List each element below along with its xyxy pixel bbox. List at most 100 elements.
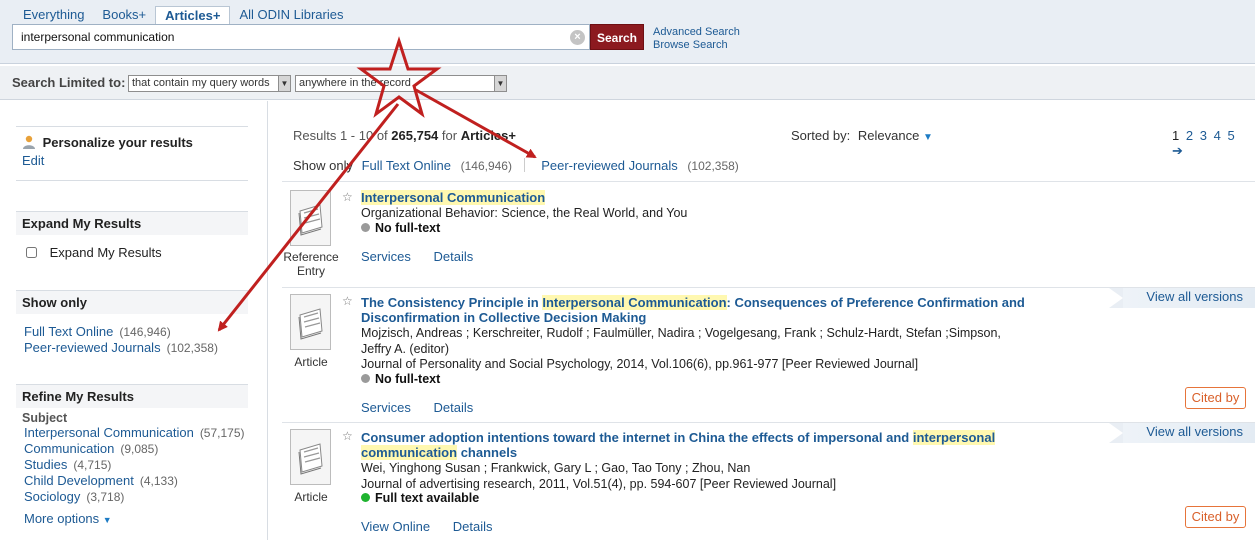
result-item: View all versions Article ☆ Consumer ado… xyxy=(282,422,1255,540)
result-authors: Mojzisch, Andreas ; Kerschreiter, Rudolf… xyxy=(361,325,1041,357)
facet-count: (4,715) xyxy=(73,458,112,472)
result-title-link[interactable]: The Consistency Principle in Interperson… xyxy=(361,295,1041,325)
expand-checkbox-label[interactable]: Expand My Results xyxy=(50,245,162,260)
tab-all-odin-libraries[interactable]: All ODIN Libraries xyxy=(230,6,352,24)
refine-panel: Refine My Results Subject Interpersonal … xyxy=(16,384,248,528)
facet-count: (9,085) xyxy=(120,442,159,456)
chevron-down-icon: ▼ xyxy=(494,76,506,91)
result-title-link[interactable]: Consumer adoption intentions toward the … xyxy=(361,430,1041,460)
availability-text: No full-text xyxy=(375,372,441,386)
query-words-select[interactable]: that contain my query words ▼ xyxy=(128,75,291,92)
scope-tabs: Everything Books+ Articles+ All ODIN Lib… xyxy=(14,6,352,25)
title-text: Disconfirmation in Collective Decision M… xyxy=(361,310,647,325)
result-title-link[interactable]: Interpersonal Communication xyxy=(361,190,1041,205)
result-type: Article xyxy=(294,490,328,504)
facet-count: (4,133) xyxy=(139,474,178,488)
refine-item: Sociology (3,718) xyxy=(16,489,248,505)
title-text: Consumer adoption intentions toward the … xyxy=(361,430,913,445)
result-item: View all versions Article ☆ The Consiste… xyxy=(282,287,1255,421)
tab-articles[interactable]: Articles+ xyxy=(155,6,231,25)
arrow-to-peer-reviewed-filter xyxy=(415,88,537,159)
star-icon[interactable]: ☆ xyxy=(342,294,353,308)
sort-control[interactable]: Sorted by: Relevance ▼ xyxy=(791,128,933,143)
chevron-down-icon: ▼ xyxy=(922,132,933,143)
next-arrow-icon[interactable]: ➔ xyxy=(1172,143,1183,158)
page-1[interactable]: 1 xyxy=(1172,128,1179,143)
chevron-down-icon: ▼ xyxy=(102,515,112,525)
result-authors: Wei, Yinghong Susan ; Frankwick, Gary L … xyxy=(361,461,751,475)
title-highlight: communication xyxy=(361,445,458,460)
refine-item: Studies (4,715) xyxy=(16,457,248,473)
search-button[interactable]: Search xyxy=(590,24,644,50)
refine-communication-link[interactable]: Communication xyxy=(24,441,114,456)
showonly-panel: Show only Full Text Online (146,946) Peer… xyxy=(16,290,248,356)
page-2[interactable]: 2 xyxy=(1186,128,1193,143)
record-scope-select[interactable]: anywhere in the record ▼ xyxy=(295,75,507,92)
view-all-versions-link[interactable]: View all versions xyxy=(1109,288,1255,308)
search-row: × Search Advanced Search Browse Search xyxy=(12,24,1255,51)
view-online-link[interactable]: View Online xyxy=(361,519,430,534)
page-5[interactable]: 5 xyxy=(1227,128,1234,143)
page-3[interactable]: 3 xyxy=(1200,128,1207,143)
services-link[interactable]: Services xyxy=(361,400,411,415)
tab-books[interactable]: Books+ xyxy=(93,6,155,24)
title-highlight: Interpersonal Communication xyxy=(361,190,546,205)
show-only-bar: Show only Full Text Online (146,946) Pee… xyxy=(293,158,739,173)
showonly-item: Full Text Online (146,946) xyxy=(16,324,248,340)
details-link[interactable]: Details xyxy=(433,400,473,415)
availability-status: Full text available xyxy=(361,491,479,505)
availability-text: Full text available xyxy=(375,491,480,505)
result-actions: Services Details xyxy=(361,400,492,415)
cited-by-button[interactable]: Cited by xyxy=(1185,506,1246,528)
search-box: × xyxy=(12,24,590,50)
star-icon[interactable]: ☆ xyxy=(342,429,353,443)
result-source: Journal of Personality and Social Psycho… xyxy=(361,357,919,371)
expand-checkbox[interactable] xyxy=(26,247,37,258)
filter-full-text-link[interactable]: Full Text Online xyxy=(362,158,451,173)
results-range: Results 1 - 10 of xyxy=(293,128,388,143)
showonly-full-text-link[interactable]: Full Text Online xyxy=(24,324,113,339)
filter-peer-reviewed-link[interactable]: Peer-reviewed Journals xyxy=(541,158,678,173)
details-link[interactable]: Details xyxy=(453,519,493,534)
sort-value[interactable]: Relevance xyxy=(858,128,919,143)
title-text: : Consequences of Preference Confirmatio… xyxy=(726,295,1025,310)
refine-child-development-link[interactable]: Child Development xyxy=(24,473,134,488)
availability-status: No full-text xyxy=(361,221,440,235)
result-type: Reference Entry xyxy=(283,250,339,278)
search-input[interactable] xyxy=(13,25,553,49)
article-icon xyxy=(290,429,331,485)
refine-heading: Refine My Results xyxy=(16,384,248,408)
facet-count: (146,946) xyxy=(119,325,171,339)
availability-text: No full-text xyxy=(375,221,441,235)
page-4[interactable]: 4 xyxy=(1214,128,1221,143)
tab-everything[interactable]: Everything xyxy=(14,6,93,24)
personalize-edit-link[interactable]: Edit xyxy=(22,153,44,168)
showonly-heading: Show only xyxy=(16,290,248,314)
filter-count: (146,946) xyxy=(460,159,512,173)
more-options-link[interactable]: More options xyxy=(24,511,99,526)
results-total: 265,754 xyxy=(391,128,439,143)
browse-search-link[interactable]: Browse Search xyxy=(653,39,740,52)
details-link[interactable]: Details xyxy=(433,249,473,264)
title-text: The Consistency Principle in xyxy=(361,295,543,310)
expand-heading: Expand My Results xyxy=(16,211,248,235)
show-only-label: Show only xyxy=(293,158,353,173)
refine-sociology-link[interactable]: Sociology xyxy=(24,489,80,504)
advanced-search-link[interactable]: Advanced Search xyxy=(653,26,740,39)
more-options[interactable]: More options ▼ xyxy=(16,505,248,528)
clear-icon[interactable]: × xyxy=(570,30,585,45)
view-all-versions-link[interactable]: View all versions xyxy=(1109,423,1255,443)
services-link[interactable]: Services xyxy=(361,249,411,264)
facet-count: (102,358) xyxy=(166,341,218,355)
expand-panel: Expand My Results Expand My Results xyxy=(16,211,248,260)
facet-count: (3,718) xyxy=(86,490,125,504)
star-icon[interactable]: ☆ xyxy=(342,190,353,204)
results-summary: Results 1 - 10 of 265,754 for Articles+ xyxy=(293,128,516,143)
reference-entry-icon xyxy=(290,190,331,246)
refine-interpersonal-communication-link[interactable]: Interpersonal Communication xyxy=(24,425,194,440)
results-for: for xyxy=(441,128,458,143)
refine-studies-link[interactable]: Studies xyxy=(24,457,67,472)
showonly-peer-reviewed-link[interactable]: Peer-reviewed Journals xyxy=(24,340,161,355)
cited-by-button[interactable]: Cited by xyxy=(1185,387,1246,409)
search-header: Everything Books+ Articles+ All ODIN Lib… xyxy=(0,0,1255,64)
